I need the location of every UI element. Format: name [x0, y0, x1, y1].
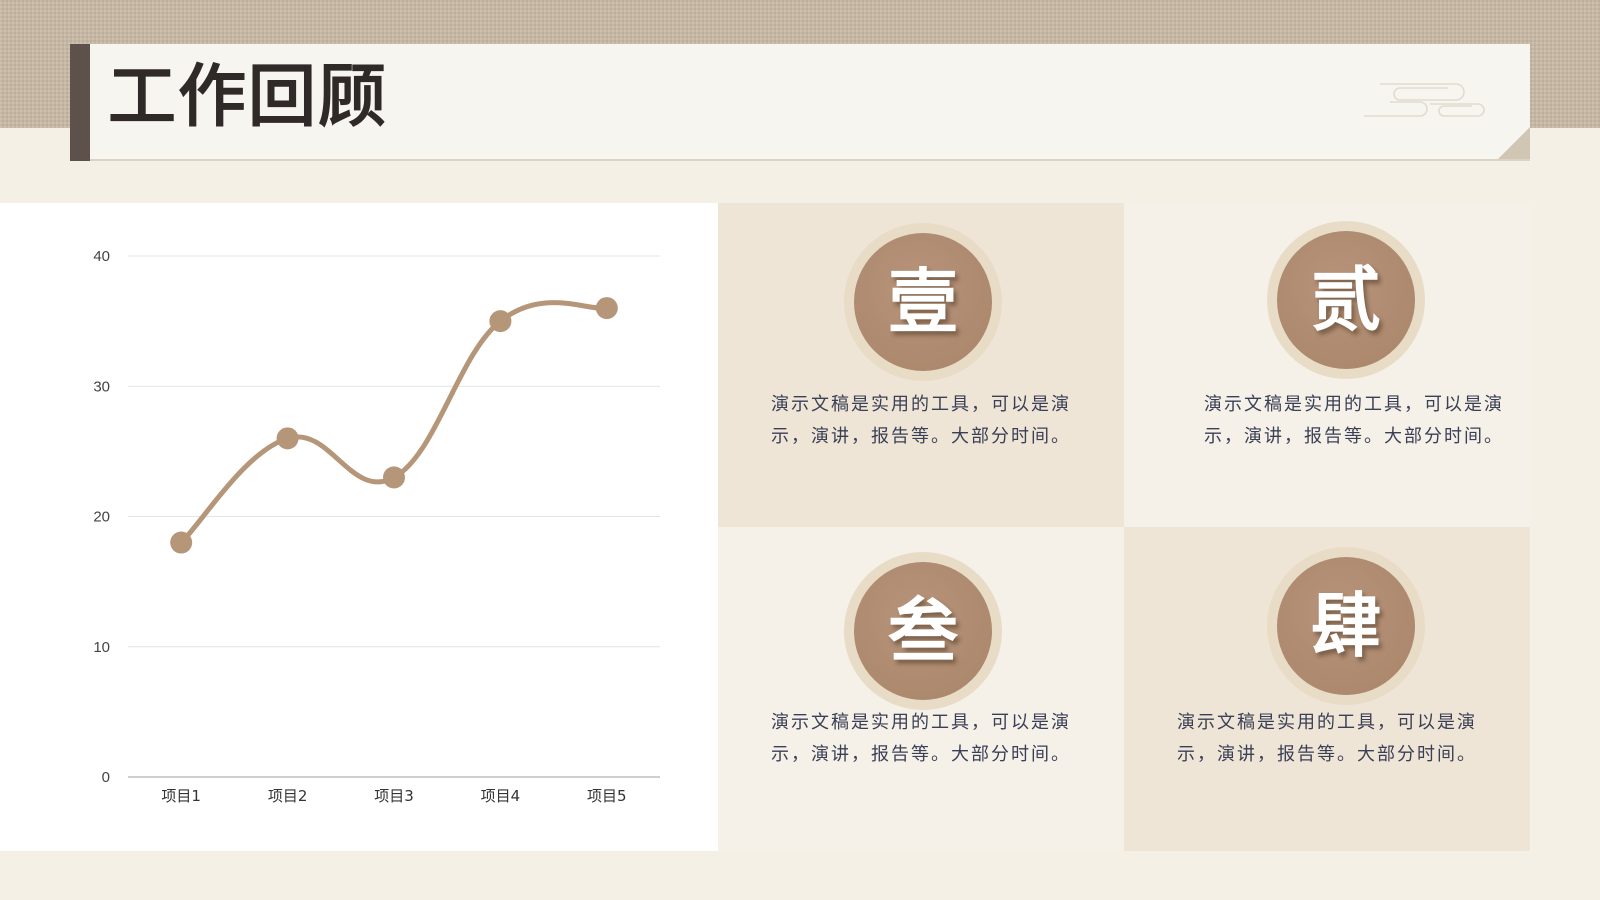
title-bar: 工作回顾 — [70, 44, 1530, 161]
badge-ring: 叁 — [844, 552, 1002, 710]
line-chart-panel: 0 10 20 30 40 项目1 项目2 项目3 项目4 项目5 — [0, 203, 718, 851]
data-point — [276, 427, 299, 450]
card-description: 演示文稿是实用的工具，可以是演示，演讲，报告等。大部分时间。 — [771, 394, 1071, 447]
y-tick-label: 20 — [93, 509, 110, 526]
card-4: 肆 演示文稿是实用的工具，可以是演示，演讲，报告等。大部分时间。 — [1124, 527, 1530, 851]
cloud-scroll-icon — [1364, 83, 1485, 117]
x-tick-label: 项目3 — [374, 787, 414, 805]
numeral-2: 贰 — [1311, 258, 1381, 341]
card-3: 叁 演示文稿是实用的工具，可以是演示，演讲，报告等。大部分时间。 — [718, 527, 1124, 851]
numeral-badge: 肆 — [1277, 557, 1415, 695]
card-2: 贰 演示文稿是实用的工具，可以是演示，演讲，报告等。大部分时间。 — [1124, 203, 1530, 527]
line-chart: 0 10 20 30 40 项目1 项目2 项目3 项目4 项目5 — [93, 248, 660, 805]
data-point — [489, 310, 512, 333]
y-tick-label: 40 — [93, 248, 110, 265]
badge-ring: 肆 — [1267, 547, 1425, 705]
numeral-1: 壹 — [888, 260, 958, 343]
numeral-badge: 贰 — [1277, 231, 1415, 369]
numeral-3: 叁 — [888, 589, 958, 672]
x-tick-label: 项目4 — [481, 787, 521, 805]
numeral-4: 肆 — [1311, 584, 1381, 667]
numeral-badge: 叁 — [854, 562, 992, 700]
card-description: 演示文稿是实用的工具，可以是演示，演讲，报告等。大部分时间。 — [771, 712, 1071, 765]
x-tick-label: 项目1 — [161, 787, 201, 805]
badge-ring: 贰 — [1267, 221, 1425, 379]
title-corner-fold — [1498, 127, 1530, 159]
card-description: 演示文稿是实用的工具，可以是演示，演讲，报告等。大部分时间。 — [1204, 394, 1504, 447]
page-title: 工作回顾 — [108, 58, 389, 137]
data-point — [595, 297, 618, 320]
y-tick-label: 10 — [93, 639, 110, 656]
badge-ring: 壹 — [844, 223, 1002, 381]
card-1: 壹 演示文稿是实用的工具，可以是演示，演讲，报告等。大部分时间。 — [718, 203, 1124, 527]
numeral-badge: 壹 — [854, 233, 992, 371]
x-tick-label: 项目5 — [587, 787, 627, 805]
series-line — [178, 300, 610, 546]
data-point — [383, 466, 405, 489]
y-tick-label: 30 — [93, 378, 110, 395]
y-tick-label: 0 — [102, 769, 110, 786]
title-accent-bar — [70, 44, 90, 161]
x-tick-label: 项目2 — [268, 787, 308, 805]
data-point — [170, 531, 193, 554]
card-description: 演示文稿是实用的工具，可以是演示，演讲，报告等。大部分时间。 — [1177, 712, 1477, 765]
